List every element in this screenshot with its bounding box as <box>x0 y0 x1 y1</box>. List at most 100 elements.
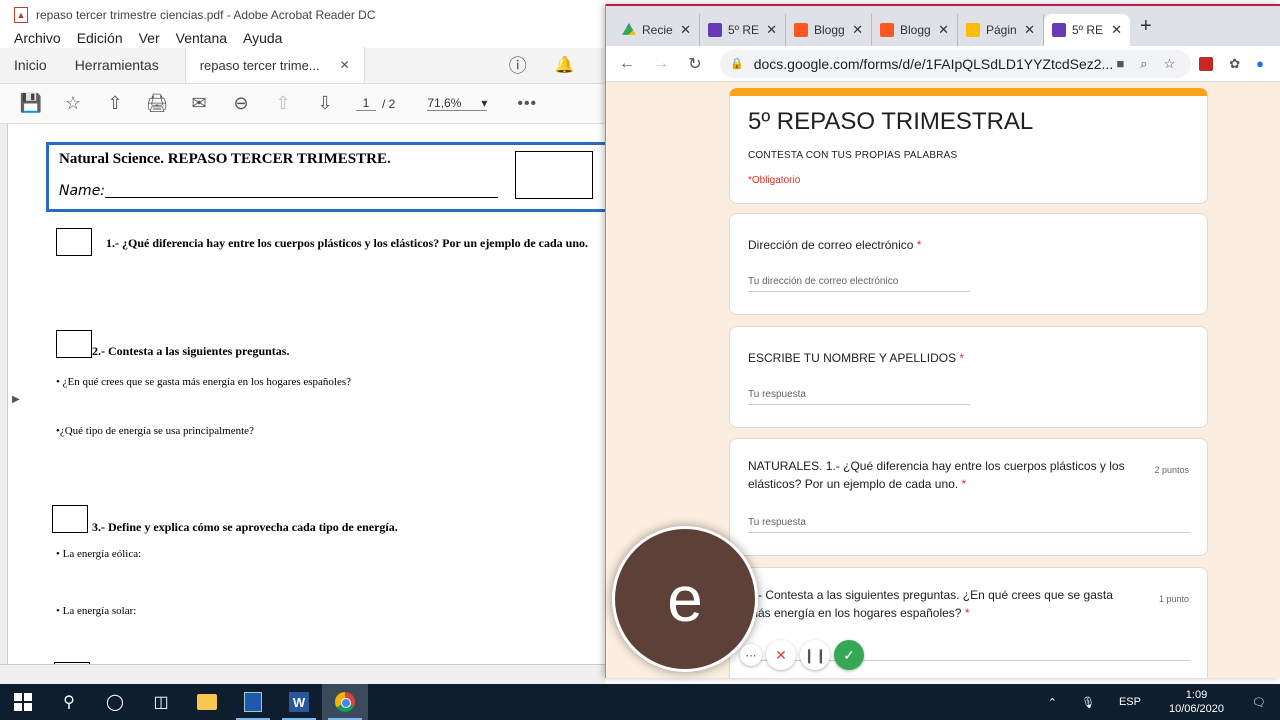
input-language[interactable]: ESP <box>1119 696 1141 708</box>
reload-icon[interactable]: ↻ <box>686 54 704 74</box>
pdf-question-2: 2.- Contesta a las siguientes preguntas. <box>92 344 290 358</box>
page-up-icon[interactable]: ⇧ <box>272 93 294 115</box>
answer-field[interactable]: Tu respuesta <box>748 517 1190 533</box>
pdf-question-1: 1.- ¿Qué diferencia hay entre los cuerpo… <box>106 236 588 250</box>
menu-ayuda[interactable]: Ayuda <box>243 30 282 48</box>
mail-icon[interactable]: ✉ <box>188 93 210 115</box>
question-card-q1: NATURALES. 1.- ¿Qué diferencia hay entre… <box>729 438 1208 556</box>
menu-ventana[interactable]: Ventana <box>176 30 227 48</box>
pdf-question-2b: •¿Qué tipo de energía se usa principalme… <box>56 425 254 437</box>
question-label: 2.- Contesta a las siguientes preguntas.… <box>748 588 1113 620</box>
page-indicator[interactable]: 1 / 2 <box>356 96 395 111</box>
zoom-value: 71,6% <box>427 96 462 110</box>
pdf-name-line <box>105 197 498 198</box>
close-icon[interactable]: ✕ <box>938 22 949 38</box>
tab-inicio[interactable]: Inicio <box>0 47 61 83</box>
pause-icon[interactable]: ❙❙ <box>800 640 830 670</box>
page-down-icon[interactable]: ⇩ <box>314 93 336 115</box>
search-icon[interactable]: ⚲ <box>46 684 92 720</box>
chrome-tabstrip: Recie ✕ 5º RE ✕ Blogg ✕ Blogg ✕ Págin ✕ … <box>606 6 1280 46</box>
page-current[interactable]: 1 <box>356 96 376 111</box>
upload-icon[interactable]: ⇧ <box>104 93 126 115</box>
pdf-name-label: Name: <box>59 183 106 199</box>
menu-edicion[interactable]: Edición <box>77 30 123 48</box>
more-icon[interactable]: ••• <box>517 95 537 113</box>
clock-time: 1:09 <box>1185 689 1208 701</box>
close-icon[interactable]: ✕ <box>766 22 777 38</box>
name-field[interactable]: Tu respuesta <box>748 389 970 405</box>
chrome-tab-forms-active[interactable]: 5º RE ✕ <box>1044 14 1130 46</box>
clock[interactable]: 1:09 10/06/2020 <box>1169 688 1224 716</box>
chrome-tab-blogger[interactable]: Blogg ✕ <box>786 14 872 46</box>
pdf-title: Natural Science. REPASO TERCER TRIMESTRE… <box>59 151 391 167</box>
tab-document[interactable]: repaso tercer trime... ✕ <box>184 47 365 83</box>
windows-taskbar: ⚲ ◯ ◫ W ⌃ 🎙 ESP 1:09 10/06/2020 🗨 <box>0 684 1280 720</box>
save-icon[interactable]: 💾 <box>20 93 42 115</box>
start-button[interactable] <box>0 684 46 720</box>
close-icon[interactable]: ✕ <box>852 22 863 38</box>
form-title: 5º REPASO TRIMESTRAL <box>748 108 1034 135</box>
chevron-up-icon[interactable]: ⌃ <box>1048 696 1057 709</box>
close-icon[interactable]: ✕ <box>340 58 350 72</box>
chrome-tab-pages[interactable]: Págin ✕ <box>958 14 1044 46</box>
expand-panel-icon[interactable]: ▶ <box>12 394 20 405</box>
menu-archivo[interactable]: Archivo <box>14 30 61 48</box>
address-bar[interactable]: 🔒 docs.google.com/forms/d/e/1FAIpQLSdLD1… <box>720 49 1192 78</box>
print-icon[interactable]: 🖨 <box>146 93 169 115</box>
tab-herramientas[interactable]: Herramientas <box>61 47 173 83</box>
finish-recording-icon[interactable]: ✓ <box>834 640 864 670</box>
word-taskbar-icon[interactable]: W <box>276 684 322 720</box>
microphone-icon[interactable]: 🎙 <box>1081 696 1095 709</box>
question-label: Dirección de correo electrónico * <box>748 238 922 252</box>
chevron-down-icon: ▾ <box>481 96 488 110</box>
camera-icon[interactable]: ■ <box>1116 56 1124 71</box>
new-tab-icon[interactable]: + <box>1140 15 1152 38</box>
task-view-icon[interactable]: ◫ <box>138 684 184 720</box>
chrome-tab-forms[interactable]: 5º RE ✕ <box>700 14 786 46</box>
pdf-q3-score-box <box>52 505 88 533</box>
more-options-icon[interactable]: ⋯ <box>740 644 762 666</box>
cancel-recording-icon[interactable]: ✕ <box>766 640 796 670</box>
file-explorer-icon[interactable] <box>184 684 230 720</box>
points-badge: 1 punto <box>1158 594 1189 604</box>
pdf-page: Natural Science. REPASO TERCER TRIMESTRE… <box>20 124 620 670</box>
question-card-email: Dirección de correo electrónico * Tu dir… <box>729 213 1208 315</box>
mic-extension-icon[interactable]: ● <box>1256 56 1264 71</box>
pages-icon <box>966 23 980 37</box>
question-card-name: ESCRIBE TU NOMBRE Y APELLIDOS * Tu respu… <box>729 326 1208 428</box>
cortana-icon[interactable]: ◯ <box>92 684 138 720</box>
forward-icon[interactable]: → <box>652 55 670 73</box>
webcam-bubble[interactable]: e <box>612 526 758 672</box>
points-badge: 2 puntos <box>1154 465 1189 475</box>
chrome-tab-drive[interactable]: Recie ✕ <box>614 14 700 46</box>
chrome-taskbar-icon[interactable] <box>322 684 368 720</box>
close-icon[interactable]: ✕ <box>680 22 691 38</box>
zoom-out-icon[interactable]: ⊖ <box>230 93 252 115</box>
blogger-icon <box>794 23 808 37</box>
chrome-tab-blogger-2[interactable]: Blogg ✕ <box>872 14 958 46</box>
system-tray: ⌃ 🎙 ESP 1:09 10/06/2020 🗨 <box>1036 688 1280 716</box>
bookmark-star-icon[interactable]: ☆ <box>1164 56 1176 72</box>
extension-icon[interactable]: ✿ <box>1229 56 1240 72</box>
drive-icon <box>622 23 636 35</box>
close-icon[interactable]: ✕ <box>1024 22 1035 38</box>
zoom-icon[interactable]: ⌕ <box>1140 56 1147 72</box>
star-icon[interactable]: ☆ <box>62 93 84 115</box>
zoom-select[interactable]: 71,6% ▾ <box>427 96 488 111</box>
lock-icon[interactable]: 🔒 <box>730 57 744 70</box>
windows-icon <box>14 693 32 711</box>
help-icon[interactable]: ⓘ <box>495 47 541 83</box>
pdf-extension-icon[interactable] <box>1199 56 1214 71</box>
bell-icon[interactable]: 🔔 <box>541 47 589 83</box>
form-description: CONTESTA CON TUS PROPIAS PALABRAS <box>748 150 958 161</box>
menu-ver[interactable]: Ver <box>139 30 160 48</box>
back-icon[interactable]: ← <box>618 55 636 73</box>
acrobat-window-title: repaso tercer trimestre ciencias.pdf - A… <box>36 8 376 22</box>
close-icon[interactable]: ✕ <box>1111 22 1122 38</box>
url-text[interactable]: docs.google.com/forms/d/e/1FAIpQLSdLD1YY… <box>754 56 1117 72</box>
notifications-icon[interactable]: 🗨 <box>1252 696 1266 709</box>
acrobat-taskbar-icon[interactable] <box>230 684 276 720</box>
chrome-toolbar: ← → ↻ 🔒 docs.google.com/forms/d/e/1FAIpQ… <box>606 46 1280 82</box>
email-field[interactable]: Tu dirección de correo electrónico <box>748 276 970 292</box>
left-panel-strip[interactable]: ▶ <box>0 124 20 684</box>
